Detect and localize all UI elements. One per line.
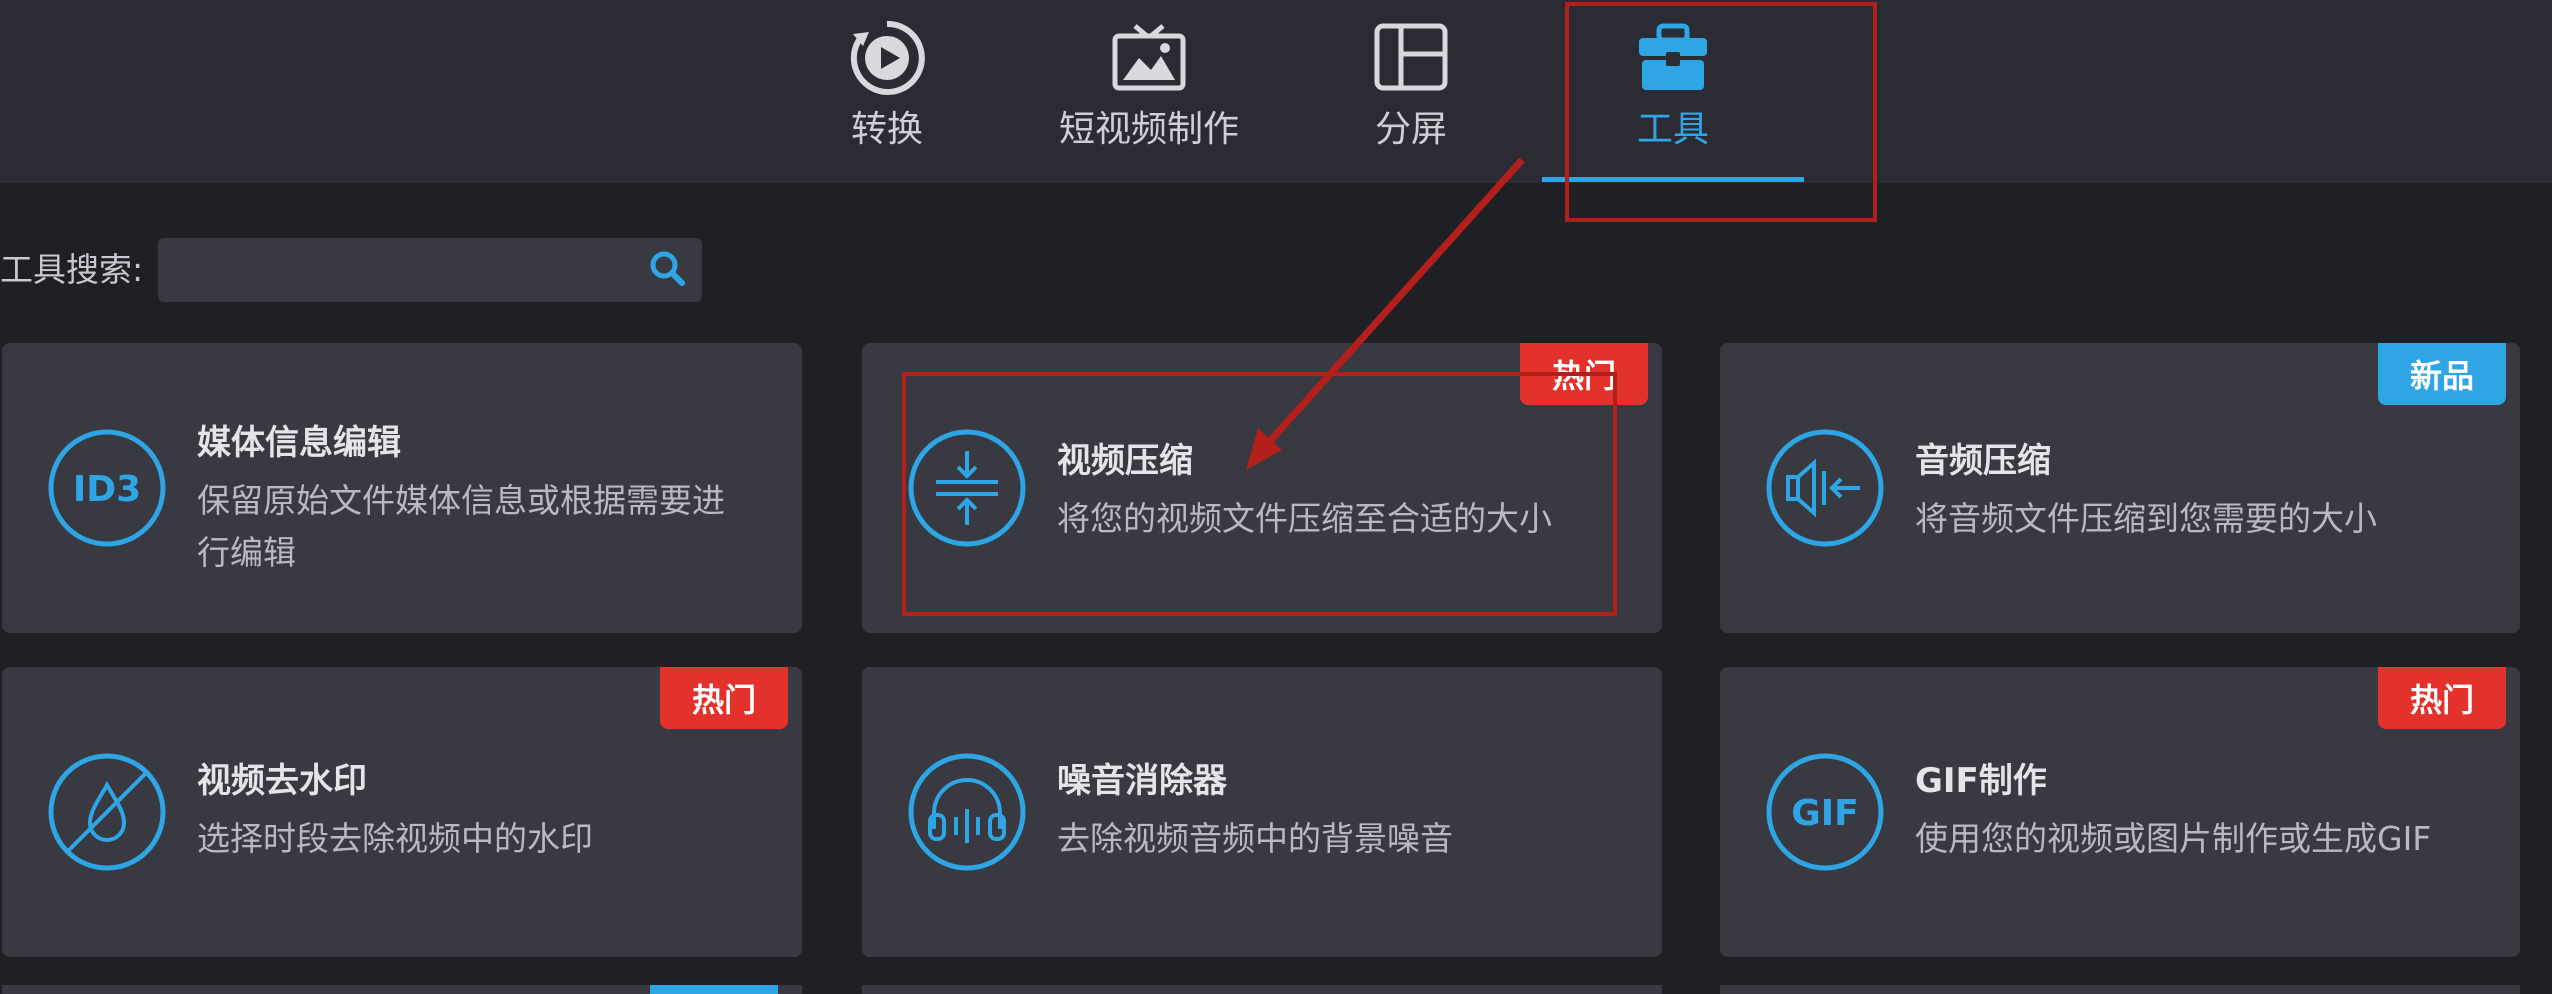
annotation-arrow	[1246, 157, 1525, 470]
